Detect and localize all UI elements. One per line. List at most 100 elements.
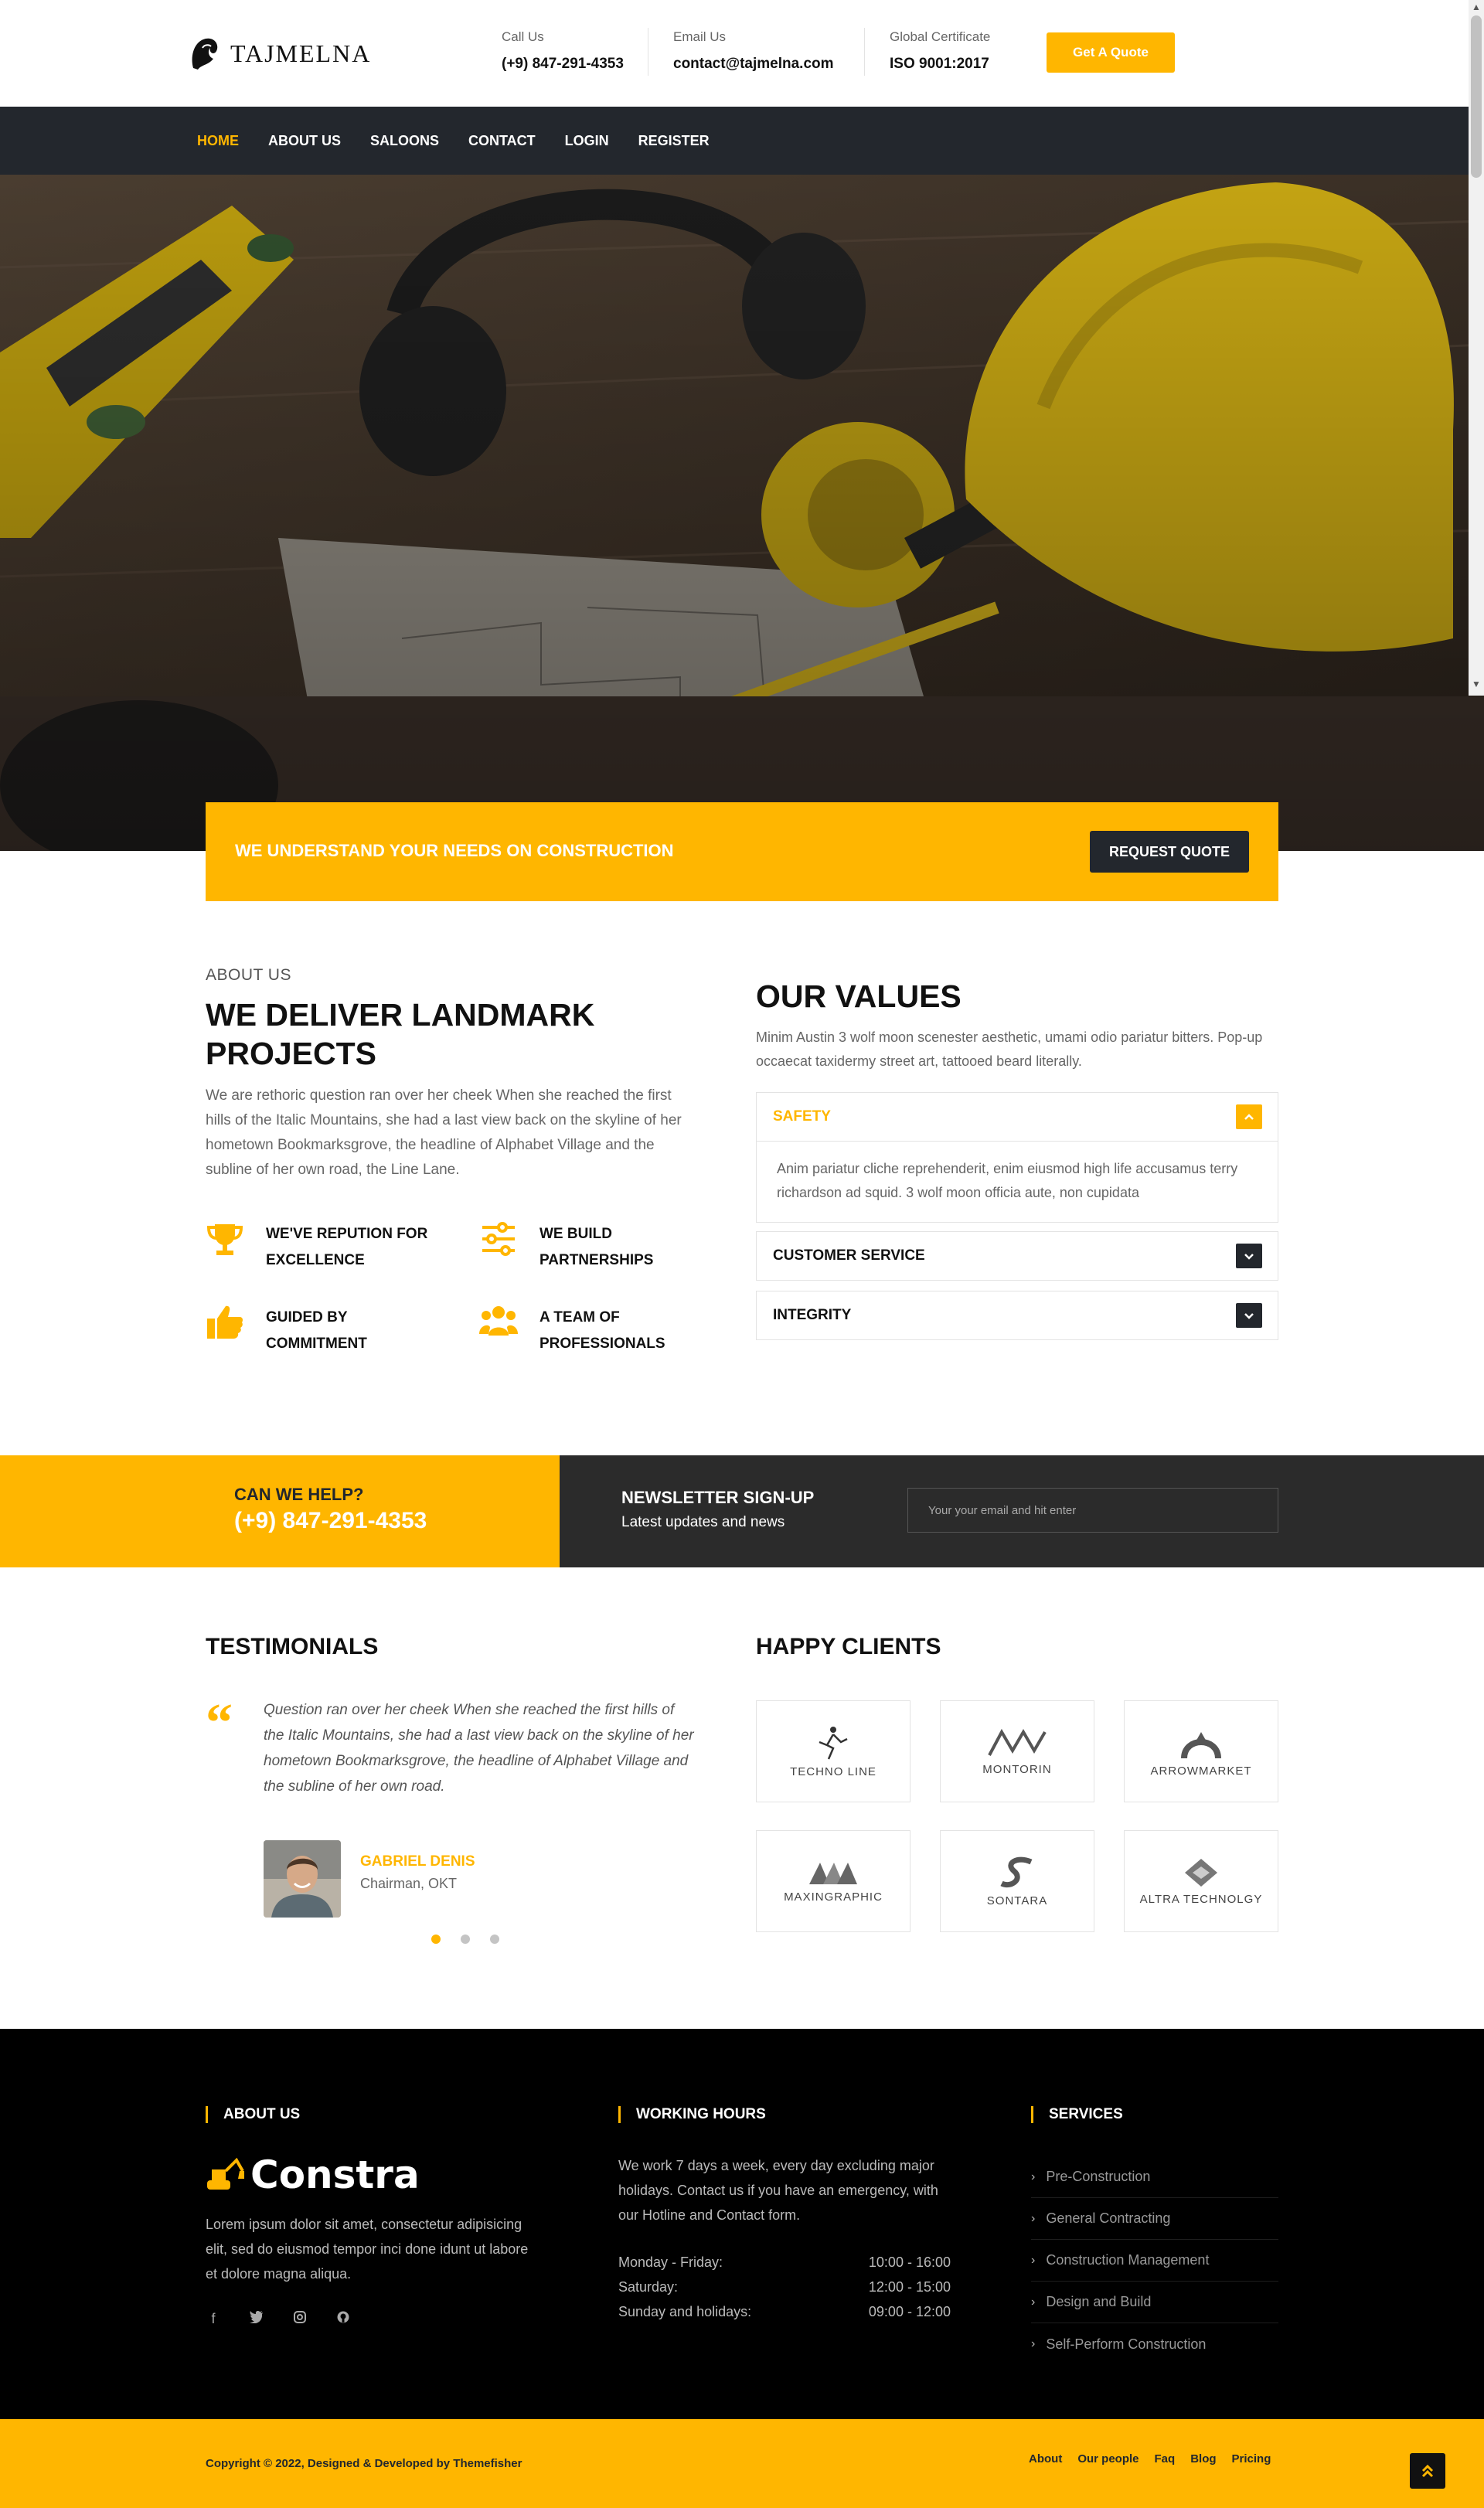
- accordion-title: CUSTOMER SERVICE: [773, 1247, 925, 1264]
- avatar: [264, 1840, 341, 1918]
- client-logo[interactable]: MAXINGRAPHIC: [756, 1830, 910, 1932]
- testimonial-role: Chairman, OKT: [360, 1876, 458, 1891]
- client-logo[interactable]: TECHNO LINE: [756, 1700, 910, 1802]
- services-list: › Pre-Construction › General Contracting ›…: [1031, 2156, 1278, 2365]
- chevron-down-icon[interactable]: [1236, 1303, 1262, 1328]
- footer-hours-text: We work 7 days a week, every day excludi…: [618, 2158, 938, 2223]
- client-logo[interactable]: MONTORIN: [940, 1700, 1094, 1802]
- carousel-dot[interactable]: [490, 1935, 499, 1944]
- accordion-header-safety[interactable]: SAFETY: [757, 1093, 1278, 1141]
- newsletter-block: NEWSLETTER SIGN-UP Latest updates and ne…: [560, 1455, 1484, 1567]
- chevron-right-icon: ›: [1031, 2337, 1036, 2350]
- twitter-icon[interactable]: [249, 2311, 264, 2327]
- excavator-icon: [207, 2157, 244, 2190]
- email-us-value[interactable]: contact@tajmelna.com: [673, 56, 834, 73]
- client-logo[interactable]: SONTARA: [940, 1830, 1094, 1932]
- service-link[interactable]: › Pre-Construction: [1031, 2156, 1278, 2198]
- divider: [864, 28, 865, 76]
- users-icon: [479, 1306, 518, 1336]
- scroll-down-icon[interactable]: ▼: [1469, 679, 1484, 689]
- request-quote-button[interactable]: REQUEST QUOTE: [1090, 831, 1249, 873]
- scroll-up-icon[interactable]: ▲: [1469, 2, 1484, 12]
- service-label: Pre-Construction: [1046, 2169, 1151, 2184]
- call-us-value[interactable]: (+9) 847-291-4353: [502, 56, 624, 73]
- carousel-dot[interactable]: [461, 1935, 470, 1944]
- footer-link-pricing[interactable]: Pricing: [1232, 2452, 1271, 2465]
- testimonial-quote: Question ran over her cheek When she rea…: [264, 1702, 694, 1795]
- hours-time: 09:00 - 12:00: [868, 2304, 951, 2319]
- facebook-icon[interactable]: f: [206, 2311, 221, 2327]
- client-name: SONTARA: [986, 1894, 1048, 1907]
- accordion-header-integrity[interactable]: INTEGRITY: [757, 1291, 1278, 1339]
- testimonials-title: TESTIMONIALS: [206, 1634, 379, 1659]
- service-link[interactable]: › General Contracting: [1031, 2198, 1278, 2240]
- site-logo[interactable]: TAJMELNA: [189, 34, 371, 73]
- carousel-dots: [431, 1935, 499, 1944]
- footer-link-blog[interactable]: Blog: [1190, 2452, 1216, 2465]
- main-nav: HOME ABOUT US SALOONS CONTACT LOGIN REGI…: [0, 107, 1469, 175]
- values-title: OUR VALUES: [756, 978, 962, 1014]
- nav-item-about-us[interactable]: ABOUT US: [268, 133, 341, 149]
- back-to-top-button[interactable]: [1410, 2453, 1445, 2489]
- hours-row: Monday - Friday: 10:00 - 16:00: [618, 2254, 951, 2279]
- client-name: ALTRA TECHNOLGY: [1139, 1892, 1263, 1906]
- service-link[interactable]: › Construction Management: [1031, 2240, 1278, 2282]
- client-logo[interactable]: ARROWMARKET: [1124, 1700, 1278, 1802]
- client-logo[interactable]: ALTRA TECHNOLGY: [1124, 1830, 1278, 1932]
- double-chevron-up-icon: [1421, 2464, 1434, 2478]
- page-scrollbar[interactable]: ▲ ▼: [1469, 0, 1484, 696]
- accordion-title: INTEGRITY: [773, 1307, 852, 1323]
- nav-item-login[interactable]: LOGIN: [565, 133, 609, 149]
- newsletter-title: NEWSLETTER SIGN-UP: [621, 1488, 815, 1507]
- brand-name: TAJMELNA: [230, 39, 372, 67]
- accordion-header-customer-service[interactable]: CUSTOMER SERVICE: [757, 1232, 1278, 1280]
- footer-link-faq[interactable]: Faq: [1155, 2452, 1176, 2465]
- certificate-block: Global Certificate ISO 9001:2017: [890, 29, 990, 73]
- chevron-up-icon[interactable]: [1236, 1104, 1262, 1129]
- top-header: TAJMELNA Call Us (+9) 847-291-4353 Email…: [0, 0, 1469, 107]
- trophy-icon: [206, 1224, 243, 1255]
- certificate-value: ISO 9001:2017: [890, 56, 989, 72]
- client-name: TECHNO LINE: [790, 1764, 876, 1778]
- about-kicker: ABOUT US: [206, 966, 291, 984]
- help-phone[interactable]: (+9) 847-291-4353: [234, 1508, 427, 1534]
- call-us-block: Call Us (+9) 847-291-4353: [502, 29, 624, 73]
- chevron-right-icon: ›: [1031, 2169, 1036, 2183]
- accordion-integrity: INTEGRITY: [756, 1291, 1278, 1340]
- footer-link-our-people[interactable]: Our people: [1077, 2452, 1139, 2465]
- footer-link-about[interactable]: About: [1029, 2452, 1062, 2465]
- github-icon[interactable]: [335, 2311, 351, 2327]
- about-title: WE DELIVER LANDMARK PROJECTS: [206, 997, 595, 1071]
- accordion-body: Anim pariatur cliche reprehenderit, enim…: [757, 1141, 1278, 1222]
- nav-item-contact[interactable]: CONTACT: [468, 133, 536, 149]
- chevron-right-icon: ›: [1031, 2211, 1036, 2225]
- nav-item-home[interactable]: HOME: [197, 133, 239, 149]
- chevron-down-icon[interactable]: [1236, 1244, 1262, 1268]
- feature-text: GUIDED BY COMMITMENT: [266, 1309, 367, 1352]
- techno-line-icon: [819, 1726, 848, 1759]
- accordion-safety: SAFETY Anim pariatur cliche reprehenderi…: [756, 1092, 1278, 1223]
- service-label: General Contracting: [1046, 2210, 1171, 2226]
- email-us-label: Email Us: [673, 29, 727, 44]
- sontara-icon: [1000, 1856, 1033, 1887]
- footer-logo[interactable]: Constra: [206, 2152, 420, 2197]
- service-link[interactable]: › Self-Perform Construction: [1031, 2323, 1278, 2365]
- get-quote-button[interactable]: Get A Quote: [1047, 32, 1175, 73]
- carousel-dot[interactable]: [431, 1935, 441, 1944]
- certificate-label: Global Certificate: [890, 29, 991, 44]
- nav-item-register[interactable]: REGISTER: [638, 133, 710, 149]
- thumbs-up-icon: [207, 1305, 243, 1339]
- hours-day: Saturday:: [618, 2279, 679, 2295]
- hours-day: Sunday and holidays:: [618, 2304, 752, 2319]
- service-link[interactable]: › Design and Build: [1031, 2282, 1278, 2323]
- chevron-right-icon: ›: [1031, 2295, 1036, 2309]
- client-name: ARROWMARKET: [1150, 1764, 1252, 1778]
- hours-time: 12:00 - 15:00: [868, 2279, 951, 2295]
- arrowmarket-icon: [1181, 1731, 1221, 1759]
- scrollbar-thumb[interactable]: [1471, 15, 1482, 178]
- nav-item-saloons[interactable]: SALOONS: [370, 133, 439, 149]
- email-us-block: Email Us contact@tajmelna.com: [673, 29, 834, 73]
- newsletter-email-input[interactable]: Your your email and hit enter: [907, 1488, 1278, 1533]
- values-section: OUR VALUES Minim Austin 3 wolf moon scen…: [756, 978, 1278, 1074]
- instagram-icon[interactable]: [292, 2311, 308, 2327]
